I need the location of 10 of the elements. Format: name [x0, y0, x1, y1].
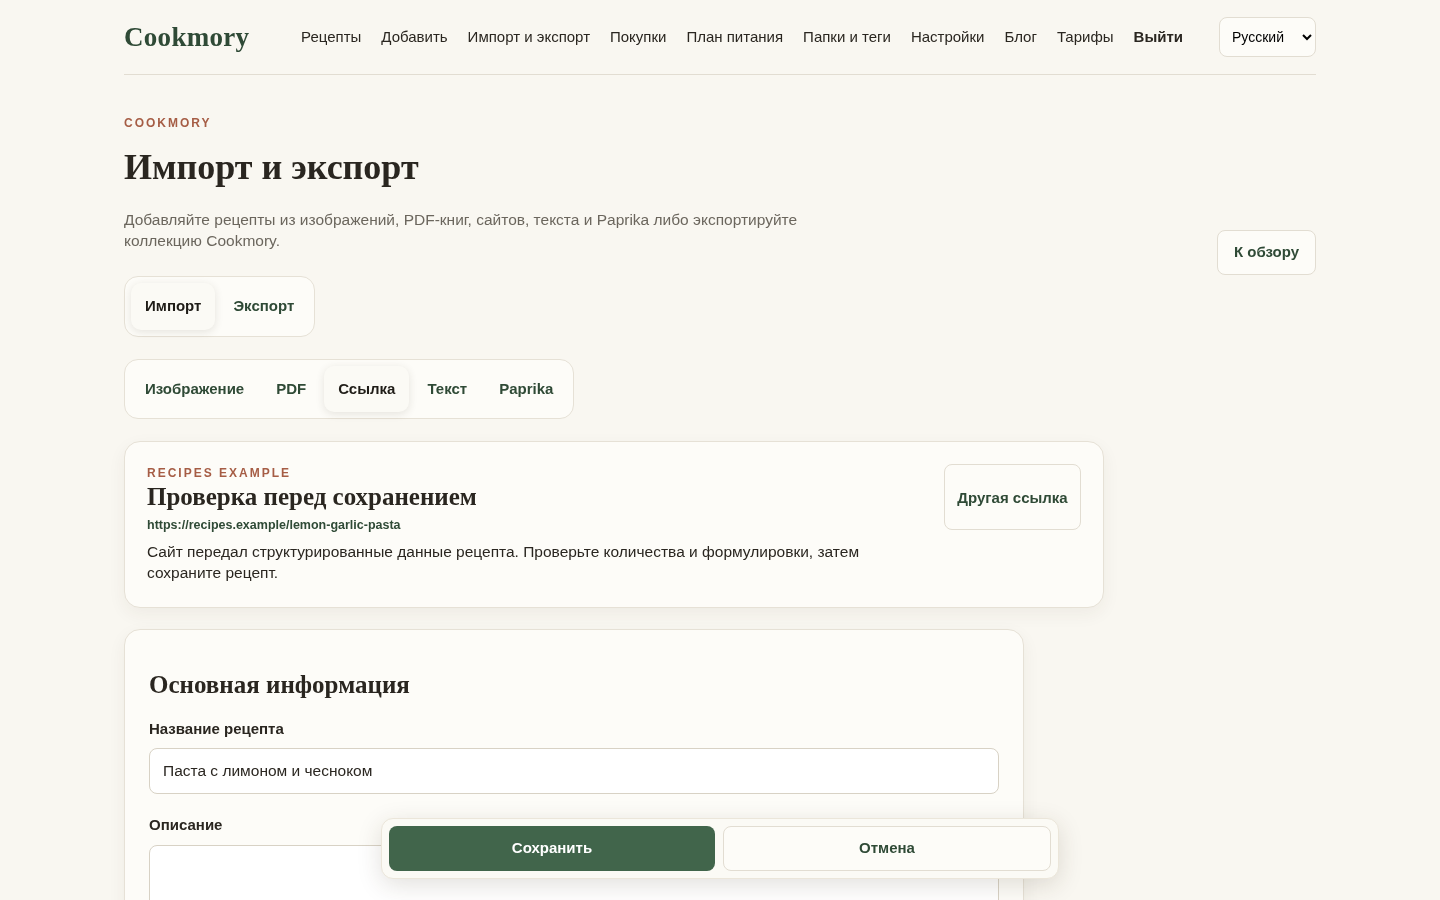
section-title: Основная информация	[149, 669, 411, 700]
status-message: Сайт передал структурированные данные рецепта. Проверьте количества и формулировки, затем сохраните рецепт.	[147, 541, 861, 583]
eyebrow-label: COOKMORY	[124, 115, 213, 132]
url-text: https://recipes.example/lemon-garlic-pasta	[147, 517, 402, 535]
page-title: Импорт и экспорт	[124, 146, 420, 189]
field-label: Описание	[149, 815, 224, 836]
intro-text: Добавляйте рецепты из изображений, PDF-книг, сайтов, текста и Paprika либо экспортируйте коллекцию Cookmory.	[124, 210, 799, 252]
card-title: Проверка перед сохранением	[147, 482, 478, 513]
source-label: RECIPES EXAMPLE	[147, 465, 293, 483]
field-label: Название рецепта	[149, 718, 285, 739]
